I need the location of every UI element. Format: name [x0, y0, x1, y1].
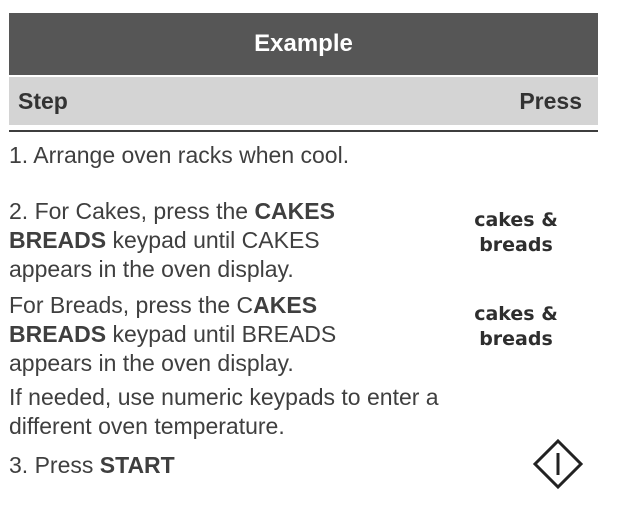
step-2-text-pre: 2. For Cakes, press the: [9, 198, 255, 224]
cakes-keypad-line: cakes &: [474, 209, 558, 231]
table-title: Example: [9, 13, 598, 75]
step-2b-akes-bold: AKES: [253, 292, 318, 318]
note-line-1: If needed, use numeric keypads to enter …: [9, 384, 439, 410]
note-line-2: different oven temperature.: [9, 413, 285, 439]
step-3-text: 3. Press START: [9, 451, 175, 480]
step-2b-row: For Breads, press the CAKES BREADS keypa…: [9, 291, 336, 378]
step-2b-text-pre: For Breads, press the C: [9, 292, 254, 318]
step-3-start-bold: START: [99, 452, 175, 478]
step-2-breads-bold: BREADS: [9, 227, 107, 253]
step-2b-line-1: For Breads, press the CAKES: [9, 291, 336, 320]
header-divider: [9, 130, 598, 132]
example-table: Example Step Press: [9, 13, 598, 132]
breads-keypad-line: breads: [479, 234, 553, 256]
table-title-text: Example: [254, 30, 353, 57]
breads-keypad-line-2: breads: [479, 328, 553, 350]
press-column-header: Press: [519, 87, 582, 114]
step-column-header: Step: [18, 87, 68, 114]
table-header-row: Step Press: [9, 77, 598, 125]
cakes-breads-keypad-label-2: cakes & breads: [456, 302, 576, 352]
step-2-line-2: BREADS keypad until CAKES: [9, 226, 335, 255]
cakes-keypad-line-2: cakes &: [474, 303, 558, 325]
step-2-line-3: appears in the oven display.: [9, 256, 294, 282]
temperature-note: If needed, use numeric keypads to enter …: [9, 383, 439, 441]
step-2-row: 2. For Cakes, press the CAKES BREADS key…: [9, 197, 335, 284]
step-2b-line-3: appears in the oven display.: [9, 350, 294, 376]
step-2b-line-2: BREADS keypad until BREADS: [9, 320, 336, 349]
cakes-breads-keypad-label: cakes & breads: [456, 208, 576, 258]
step-3-text-pre: 3. Press: [9, 452, 100, 478]
step-2-text-mid: keypad until CAKES: [106, 227, 320, 253]
step-3-row: 3. Press START: [9, 451, 175, 480]
step-2b-breads-bold: BREADS: [9, 321, 107, 347]
step-1-row: 1. Arrange oven racks when cool.: [9, 141, 349, 170]
step-2-cakes-bold: CAKES: [254, 198, 335, 224]
step-2b-text-mid: keypad until BREADS: [106, 321, 337, 347]
start-keypad-icon: [532, 438, 584, 490]
step-1-text: 1. Arrange oven racks when cool.: [9, 142, 350, 168]
step-2-line-1: 2. For Cakes, press the CAKES: [9, 197, 335, 226]
